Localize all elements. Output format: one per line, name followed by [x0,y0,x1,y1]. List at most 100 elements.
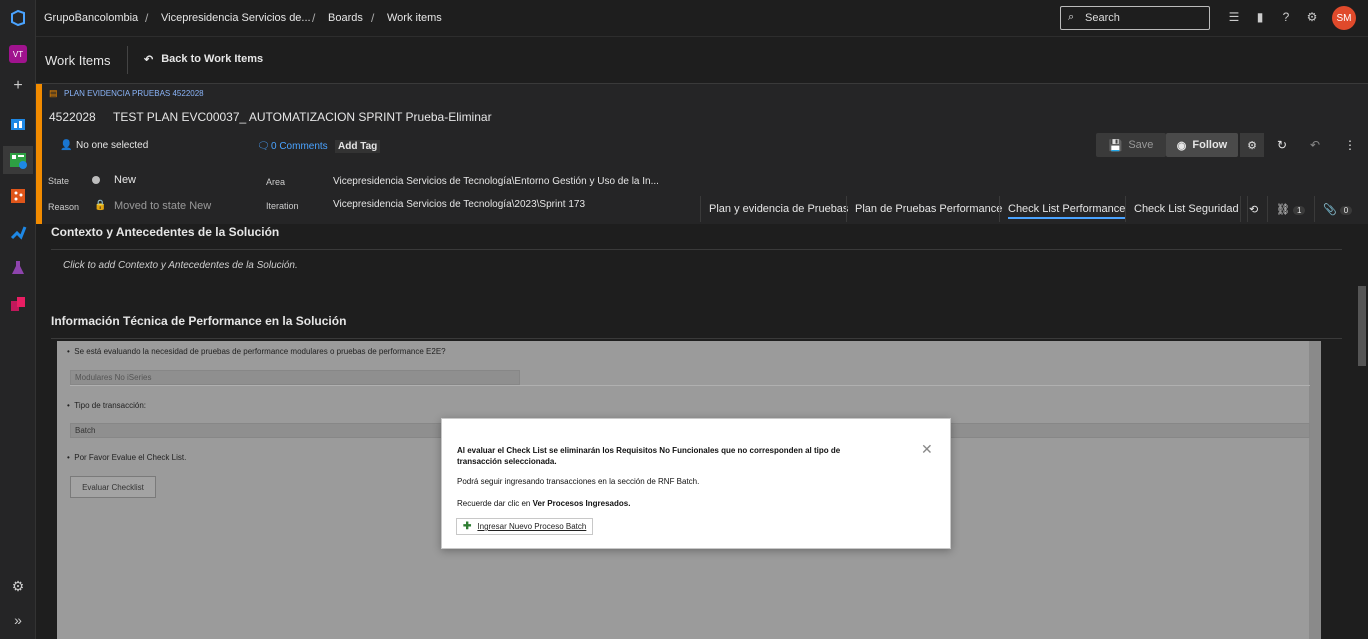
link-icon: ⛓ [1276,204,1290,216]
assigned-to[interactable]: No one selected [76,140,148,151]
follow-button[interactable]: ◉ Follow [1166,133,1238,157]
add-icon[interactable]: + [6,74,30,98]
question-1: Se está evaluando la necesidad de prueba… [74,347,446,356]
tab-plan-evidencia[interactable]: Plan y evidencia de Pruebas [700,196,856,222]
refresh-icon[interactable]: ↻ [1277,138,1287,152]
back-label: Back to Work Items [161,53,264,65]
iteration-label: Iteration [266,201,299,211]
repos-icon[interactable] [6,184,30,208]
lock-icon: 🔒 [94,200,107,211]
bullet-q2: • Tipo de transacción: [67,401,146,410]
comments-link[interactable]: 0 Comments [271,141,328,152]
links-tab[interactable]: ⛓ 1 [1267,196,1313,222]
left-rail: VT + ⚙ » [0,0,36,639]
artifacts-icon[interactable] [6,292,30,316]
settings-gear-icon[interactable]: ⚙ [6,574,30,598]
tab-plan-performance[interactable]: Plan de Pruebas Performance [846,196,1010,222]
links-count: 1 [1293,206,1306,215]
new-batch-process-button[interactable]: ✚ Ingresar Nuevo Proceso Batch [456,518,594,535]
bullet-q1: • Se está evaluando la necesidad de prue… [67,347,446,356]
panel-scrollbar[interactable] [1309,341,1321,639]
pipelines-icon[interactable] [6,220,30,244]
more-actions-icon[interactable]: ⋮ [1344,138,1356,152]
attachments-count: 0 [1339,206,1353,215]
bullet-q3: • Por Favor Evalue el Check List. [67,453,187,462]
header-divider [127,46,128,74]
breadcrumb-separator: / [145,11,149,25]
add-tag-button[interactable]: Add Tag [335,140,381,153]
scrollbar-thumb[interactable] [1358,286,1366,366]
work-item-id: 4522028 [49,110,96,124]
dialog-info-text: Podrá seguir ingresando transacciones en… [457,477,700,486]
section-divider [51,338,1342,339]
search-placeholder: Search [1085,12,1120,24]
attachments-tab[interactable]: 📎 0 [1314,196,1360,222]
back-to-work-items-link[interactable]: ↶ Back to Work Items [144,53,263,66]
dialog-reminder-prefix: Recuerde dar clic en [457,499,531,508]
iteration-value[interactable]: Vicepresidencia Servicios de Tecnología\… [333,199,585,210]
page-scrollbar[interactable] [1356,224,1368,639]
area-label: Area [266,177,286,187]
work-item-title[interactable]: TEST PLAN EVC00037_ AUTOMATIZACION SPRIN… [113,110,492,124]
save-label: Save [1128,139,1154,151]
search-box[interactable]: ⌕ Search [1060,6,1210,30]
boards-icon[interactable] [3,146,33,174]
test-plans-icon[interactable] [6,256,30,280]
top-bar: GrupoBancolombia / Vicepresidencia Servi… [36,0,1368,37]
marketplace-bag-icon[interactable]: ▮ [1252,10,1268,26]
user-avatar[interactable]: SM [1332,6,1356,30]
state-value[interactable]: New [114,174,136,186]
contexto-placeholder[interactable]: Click to add Contexto y Antecedentes de … [63,260,298,271]
tab-label: Check List Seguridad [1134,203,1239,215]
user-settings-icon[interactable]: ⚙ [1304,10,1320,26]
azure-devops-logo-icon[interactable] [6,6,30,30]
project-avatar-initials: VT [9,45,27,63]
checklist-dialog: ✕ Al evaluar el Check List se eliminarán… [441,418,951,549]
tab-check-list-seguridad[interactable]: Check List Seguridad [1125,196,1248,222]
area-value[interactable]: Vicepresidencia Servicios de Tecnología\… [333,176,659,187]
eye-icon: ◉ [1176,139,1187,152]
evaluate-checklist-button[interactable]: Evaluar Checklist [70,476,156,498]
breadcrumb-separator: / [371,11,375,25]
breadcrumb-project[interactable]: Vicepresidencia Servicios de... [161,12,311,24]
expand-chevron-icon[interactable]: » [6,608,30,632]
project-avatar[interactable]: VT [6,42,30,66]
work-item-type-icon: ▤ [49,88,58,98]
history-icon[interactable]: ⟲ [1240,196,1266,222]
follow-label: Follow [1192,139,1228,151]
dialog-warning-text: Al evaluar el Check List se eliminarán l… [457,446,841,466]
tab-label: Check List Performance [1008,203,1126,219]
tab-label: Plan de Pruebas Performance [855,203,1003,215]
work-item-type-label[interactable]: PLAN EVIDENCIA PRUEBAS 4522028 [64,89,204,98]
breadcrumb-separator: / [312,11,316,25]
dialog-reminder-bold: Ver Procesos Ingresados. [532,499,631,508]
close-icon[interactable]: ✕ [921,441,933,458]
breadcrumb-workitems[interactable]: Work items [387,12,442,24]
save-disk-icon: 💾 [1108,139,1123,152]
settings-gear-icon[interactable]: ⚙ [1240,133,1264,157]
field-divider [70,385,1310,386]
state-dot-icon [92,176,100,184]
reason-value: Moved to state New [114,200,212,212]
question-3: Por Favor Evalue el Check List. [74,453,187,462]
question-2: Tipo de transacción: [74,401,146,410]
task-list-icon[interactable]: ☰ [1226,10,1242,26]
breadcrumb-org[interactable]: GrupoBancolombia [44,12,138,24]
section-title-informacion[interactable]: Información Técnica de Performance en la… [51,314,346,328]
undo-icon[interactable]: ↶ [1310,138,1320,152]
breadcrumb-boards[interactable]: Boards [328,12,363,24]
save-button[interactable]: 💾 Save [1096,133,1166,157]
tab-check-list-performance[interactable]: Check List Performance [999,196,1133,222]
paperclip-icon: 📎 [1323,204,1337,216]
person-icon: 👤 [60,140,73,151]
q1-field[interactable]: Modulares No iSeries [70,370,520,385]
overview-icon[interactable] [6,112,30,136]
section-divider [51,249,1342,250]
reason-label: Reason [48,202,80,212]
help-icon[interactable]: ? [1278,10,1294,26]
back-arrow-icon: ↶ [144,54,154,66]
plus-icon: ✚ [463,521,472,532]
comment-icon: 🗨 [257,141,270,152]
dialog-reminder: Recuerde dar clic en Ver Procesos Ingres… [457,499,630,508]
section-title-contexto[interactable]: Contexto y Antecedentes de la Solución [51,225,279,239]
